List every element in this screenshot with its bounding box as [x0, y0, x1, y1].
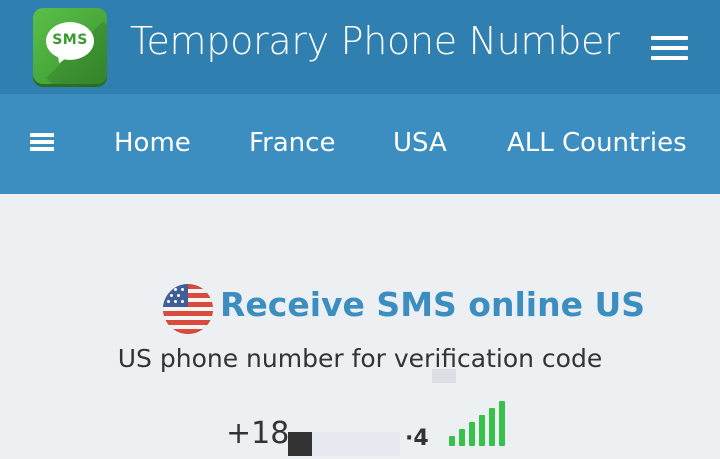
- signal-bar: [499, 401, 505, 446]
- nav-home[interactable]: Home: [114, 128, 191, 158]
- menu-line: [651, 36, 688, 40]
- menu-line: [30, 147, 54, 151]
- logo-text: SMS: [52, 32, 88, 48]
- nav-france[interactable]: France: [249, 128, 335, 158]
- signal-bar: [479, 415, 485, 446]
- redacted-block: [312, 432, 400, 456]
- page-subheading: US phone number for verification code: [117, 344, 603, 373]
- phone-number-tail: ·4: [405, 426, 429, 451]
- signal-bar: [469, 422, 475, 446]
- signal-bar: [449, 436, 455, 446]
- site-header: SMS Temporary Phone Number: [0, 0, 720, 94]
- signal-strength-icon: [449, 400, 505, 446]
- redacted-block: [288, 432, 312, 456]
- page-heading: Receive SMS online US: [220, 285, 646, 324]
- redacted-block: [432, 369, 456, 383]
- menu-line: [30, 140, 54, 144]
- phone-number-prefix[interactable]: +18: [226, 416, 289, 451]
- sms-logo-icon[interactable]: SMS: [33, 8, 107, 84]
- us-flag-icon: [163, 284, 213, 334]
- hamburger-icon[interactable]: [30, 133, 54, 151]
- menu-line: [651, 46, 688, 50]
- signal-bar: [459, 429, 465, 446]
- menu-line: [651, 56, 688, 60]
- signal-bar: [489, 408, 495, 446]
- site-title[interactable]: Temporary Phone Number: [130, 19, 620, 63]
- nav-all-countries[interactable]: ALL Countries: [507, 128, 687, 158]
- nav-usa[interactable]: USA: [393, 128, 447, 158]
- flag-canton: [163, 284, 188, 307]
- hamburger-menu-icon[interactable]: [651, 36, 688, 60]
- menu-line: [30, 133, 54, 137]
- main-nav: Home France USA ALL Countries: [0, 94, 720, 194]
